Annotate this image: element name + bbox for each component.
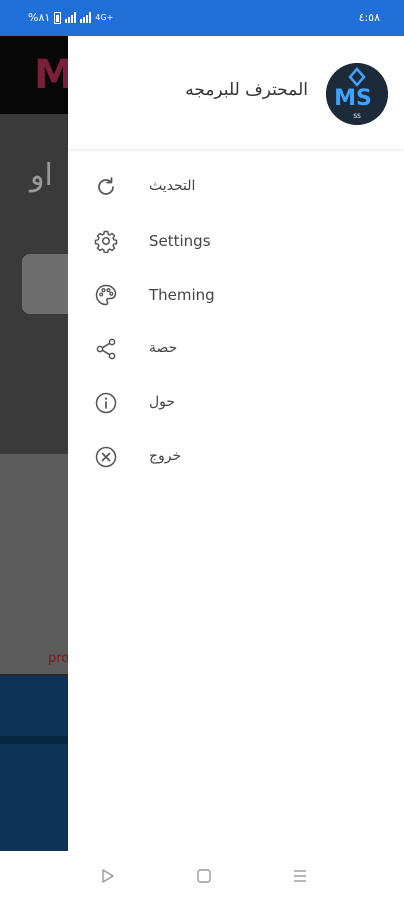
back-triangle-icon[interactable] [97,865,119,887]
recents-lines-icon[interactable] [289,865,311,887]
system-nav-bar [0,851,404,900]
close-circle-icon [95,446,117,468]
palette-icon [95,284,117,306]
network-type: 4G+ [95,13,114,22]
app-title: المحترف للبرمجه [185,80,308,100]
menu-item-settings[interactable]: Settings [68,214,404,268]
menu-label-settings: Settings [149,232,211,250]
menu-label-share: حصة [149,340,178,356]
menu-label-about: حول [149,394,176,410]
avatar-text: MS [334,86,372,111]
avatar[interactable]: MS SS [326,63,388,125]
refresh-icon [98,177,114,195]
avatar-subtext: SS [353,113,361,120]
status-bar: %٨١ 4G+ ٤:٥٨ [0,0,404,36]
menu-label-theming: Theming [149,286,215,304]
battery-percent: %٨١ [28,11,51,24]
navigation-drawer: المحترف للبرمجه MS SS التحديث Settings T… [68,36,404,851]
home-square-icon[interactable] [193,865,215,887]
drawer-header: المحترف للبرمجه MS SS [68,36,404,150]
info-icon [95,392,117,414]
menu-item-refresh[interactable]: التحديث [68,160,404,214]
background-footer-text: pro [48,651,70,666]
status-left: %٨١ 4G+ [28,11,113,24]
menu-item-exit[interactable]: خروج [68,430,404,484]
background-headline: او [30,158,53,193]
screen: %٨١ 4G+ ٤:٥٨ M او pro المحترف للبرمجه MS… [0,0,404,900]
menu-item-share[interactable]: حصة [68,322,404,376]
menu-item-about[interactable]: حول [68,376,404,430]
signal-icon-2 [80,12,92,23]
menu-item-theming[interactable]: Theming [68,268,404,322]
menu-label-exit: خروج [149,448,182,464]
drawer-menu: التحديث Settings Theming حصة حول خروج [68,160,404,484]
battery-icon [54,11,62,24]
share-icon [96,338,116,360]
gear-icon [94,230,118,253]
app-logo-icon: MS SS [326,63,388,125]
signal-icon [65,12,77,23]
menu-label-refresh: التحديث [149,178,196,194]
status-time: ٤:٥٨ [358,11,380,24]
